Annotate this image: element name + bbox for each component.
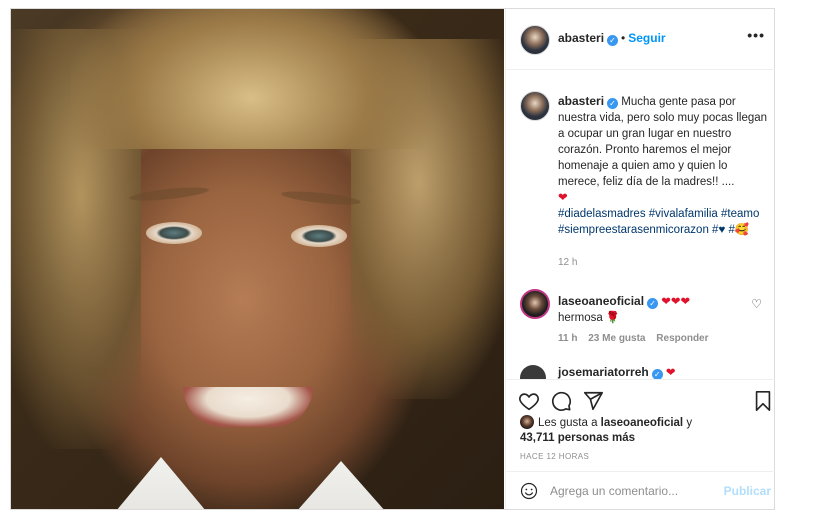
photo-collar xyxy=(101,457,401,509)
comment-item: josemariatorreh ✓ ❤ xyxy=(520,363,770,379)
commenter-username[interactable]: laseoaneoficial xyxy=(558,294,644,308)
follow-button[interactable]: Seguir xyxy=(628,31,665,45)
caption-text: Mucha gente pasa por nuestra vida, pero … xyxy=(558,96,768,188)
photo-hair-top xyxy=(71,9,431,149)
instagram-post: abasteri ✓ • Seguir ••• abasteri ✓ Mucha gen… xyxy=(10,8,775,510)
like-comment-heart-icon[interactable]: ♡ xyxy=(751,297,762,311)
separator-dot: • xyxy=(621,31,626,45)
caption-hashtags[interactable]: #diadelasmadres #vivalafamilia #teamo #s… xyxy=(558,208,759,236)
likes-others[interactable]: 43,711 personas más xyxy=(520,432,635,444)
publish-comment-button[interactable]: Publicar xyxy=(724,484,771,498)
author-avatar[interactable] xyxy=(520,25,550,55)
like-heart-icon[interactable] xyxy=(518,390,540,412)
post-header: abasteri ✓ • Seguir ••• xyxy=(506,9,775,70)
post-time-ago[interactable]: HACE 12 HORAS xyxy=(520,452,589,461)
verified-badge-icon: ✓ xyxy=(647,298,659,309)
likes-prefix: Les gusta a xyxy=(538,417,598,429)
author-line: abasteri ✓ • Seguir xyxy=(558,31,666,46)
photo-eye-left xyxy=(146,222,202,244)
photo-eye-right xyxy=(291,225,347,247)
add-comment-bar: Agrega un comentario... Publicar xyxy=(506,471,775,510)
caption-heart: ❤ xyxy=(558,192,568,204)
save-bookmark-icon[interactable] xyxy=(752,390,774,412)
caption-username[interactable]: abasteri xyxy=(558,94,604,108)
caption-text-block: abasteri ✓ Mucha gente pasa por nuestra v… xyxy=(558,93,768,238)
comment-body: josemariatorreh ✓ ❤ xyxy=(558,365,676,379)
more-options-icon[interactable]: ••• xyxy=(747,27,765,43)
photo-brow-right xyxy=(280,188,362,208)
post-photo[interactable] xyxy=(11,9,504,509)
comment-likes[interactable]: 23 Me gusta xyxy=(588,333,645,344)
post-side-panel: abasteri ✓ • Seguir ••• abasteri ✓ Mucha gen… xyxy=(505,9,775,509)
commenter-username[interactable]: josemariatorreh xyxy=(558,365,649,379)
comment-meta: 11 h 23 Me gusta Responder xyxy=(558,333,717,344)
likes-summary: Les gusta a laseoaneoficial y 43,711 per… xyxy=(520,415,760,446)
share-send-icon[interactable] xyxy=(582,390,604,412)
verified-badge-icon: ✓ xyxy=(607,98,619,109)
comment-text: hermosa 🌹 xyxy=(558,312,621,324)
verified-badge-icon: ✓ xyxy=(651,369,663,379)
liker-username[interactable]: laseoaneoficial xyxy=(601,417,683,429)
caption-timestamp[interactable]: 12 h xyxy=(558,257,577,268)
author-username[interactable]: abasteri xyxy=(558,31,604,45)
comment-hearts: ❤ xyxy=(665,367,676,379)
commenter-avatar[interactable] xyxy=(520,365,546,379)
likes-suffix: y xyxy=(686,417,693,429)
emoji-smile-icon[interactable] xyxy=(520,482,538,500)
photo-smile xyxy=(183,387,313,427)
caption-avatar[interactable] xyxy=(520,91,550,121)
liker-avatar[interactable] xyxy=(520,415,534,429)
comment-time[interactable]: 11 h xyxy=(558,333,577,344)
comment-input[interactable]: Agrega un comentario... xyxy=(550,484,678,498)
comment-hearts: ❤❤❤ xyxy=(661,296,691,308)
commenter-avatar[interactable] xyxy=(520,289,550,319)
comment-item: laseoaneoficial ✓ ❤❤❤ hermosa 🌹 11 h 23 M… xyxy=(520,289,770,349)
verified-badge-icon: ✓ xyxy=(607,35,619,46)
reply-button[interactable]: Responder xyxy=(656,333,708,344)
action-bar xyxy=(506,379,775,420)
comment-bubble-icon[interactable] xyxy=(550,390,572,412)
comment-body: laseoaneoficial ✓ ❤❤❤ hermosa 🌹 xyxy=(558,293,738,326)
